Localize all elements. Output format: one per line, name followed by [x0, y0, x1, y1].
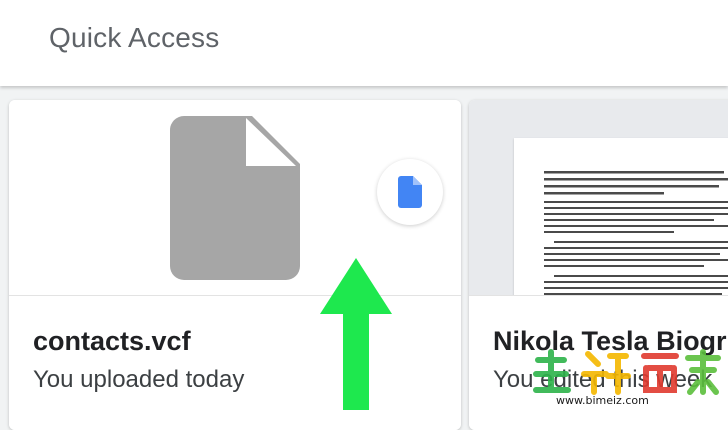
watermark-url: www.bimeiz.com [556, 394, 649, 407]
section-title: Quick Access [49, 22, 220, 53]
file-card-contacts[interactable]: contacts.vcf You uploaded today [9, 100, 461, 430]
document-preview [514, 138, 728, 308]
generic-file-icon [170, 116, 300, 280]
document-thumbnail [469, 100, 728, 308]
google-docs-icon [398, 176, 422, 208]
file-name: contacts.vcf [33, 326, 191, 356]
file-activity: You uploaded today [33, 366, 245, 393]
file-type-badge [377, 159, 443, 225]
quick-access-header: Quick Access [0, 0, 728, 86]
document-text-lines [544, 171, 728, 301]
arrow-up-icon [320, 258, 392, 410]
